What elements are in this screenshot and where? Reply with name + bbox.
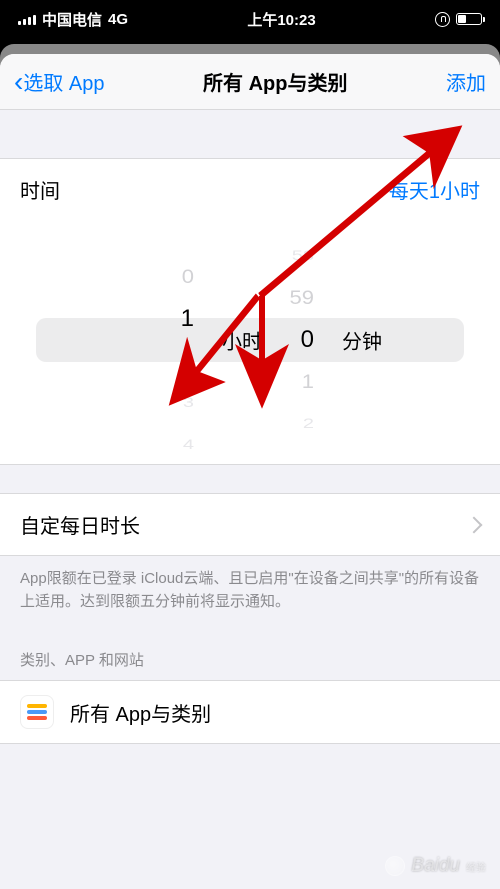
customize-daily-row[interactable]: 自定每日时长 — [0, 493, 500, 556]
back-label: 选取 App — [23, 67, 104, 96]
battery-icon — [456, 13, 482, 25]
watermark-brand: Baidu — [411, 855, 460, 877]
status-left: 中国电信 4G — [18, 9, 128, 30]
clock: 上午10:23 — [247, 9, 315, 30]
status-bar: 中国电信 4G 上午10:23 — [0, 0, 500, 44]
add-button[interactable]: 添加 — [446, 67, 486, 96]
footer-note: App限额在已登录 iCloud云端、且已启用"在设备之间共享"的所有设备上适用… — [0, 556, 500, 631]
time-label: 时间 — [20, 175, 60, 204]
signal-icon — [18, 13, 36, 25]
hour-unit: 小时 — [222, 326, 262, 355]
time-value: 每天1小时 — [389, 175, 480, 204]
all-apps-row[interactable]: 所有 App与类别 — [0, 680, 500, 744]
page-title: 所有 App与类别 — [203, 67, 347, 96]
time-row[interactable]: 时间 每天1小时 — [0, 158, 500, 220]
status-right — [435, 12, 482, 27]
network-label: 4G — [108, 11, 128, 28]
section-header: 类别、APP 和网站 — [0, 631, 500, 680]
modal-sheet: ‹ 选取 App 所有 App与类别 添加 时间 每天1小时 0 1 2 3 — [0, 54, 500, 889]
minute-unit: 分钟 — [342, 326, 382, 355]
carrier-label: 中国电信 — [42, 9, 102, 30]
rotation-lock-icon — [435, 12, 450, 27]
watermark-logo-icon — [385, 856, 405, 876]
chevron-left-icon: ‹ — [14, 68, 23, 96]
navbar: ‹ 选取 App 所有 App与类别 添加 — [0, 54, 500, 110]
watermark-sub: 经验 — [466, 859, 486, 874]
all-apps-icon — [20, 695, 54, 729]
back-button[interactable]: ‹ 选取 App — [14, 67, 104, 96]
all-apps-label: 所有 App与类别 — [70, 698, 211, 727]
watermark: Baidu 经验 — [385, 855, 486, 877]
time-picker: 0 1 2 3 4 57 58 59 0 1 2 3 — [0, 220, 500, 465]
customize-daily-label: 自定每日时长 — [20, 510, 140, 539]
